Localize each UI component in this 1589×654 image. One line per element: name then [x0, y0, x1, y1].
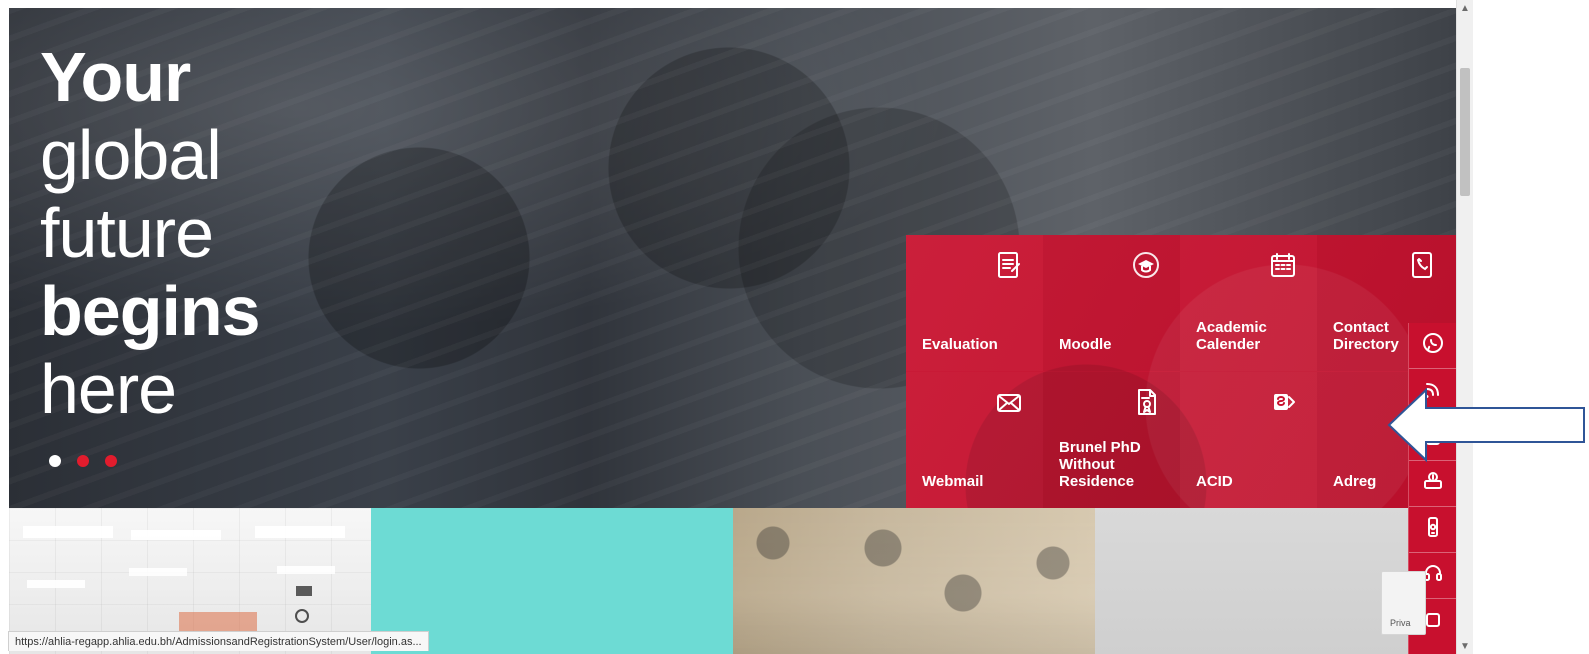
privacy-text: Priva [1390, 618, 1411, 628]
recaptcha-badge[interactable]: Priva [1381, 571, 1426, 635]
headline-line-3: future [40, 194, 214, 272]
mail-icon [993, 386, 1025, 418]
carousel-dot-1[interactable] [49, 455, 61, 467]
quicklink-label: Contact Directory [1333, 319, 1399, 353]
quicklink-label: Brunel PhD Without Residence [1059, 439, 1141, 490]
quicklink-label: Moodle [1059, 336, 1112, 353]
quick-links-panel: Evaluation Moodle Academic Calender Cont… [906, 235, 1456, 508]
graduation-cap-icon [1130, 249, 1162, 281]
whatsapp-icon [1421, 331, 1445, 360]
scroll-down-arrow[interactable]: ▼ [1457, 638, 1473, 654]
payment-icon [1421, 469, 1445, 498]
vertical-scrollbar[interactable]: ▲ ▼ [1456, 0, 1473, 654]
status-bar-url: https://ahlia-regapp.ahlia.edu.bh/Admiss… [8, 631, 429, 651]
headline-line-4: begins [40, 272, 261, 350]
side-item-payment[interactable] [1409, 461, 1457, 507]
quicklink-webmail[interactable]: Webmail [906, 372, 1043, 508]
calendar-icon [1267, 249, 1299, 281]
sharepoint-icon [1267, 386, 1299, 418]
quicklink-moodle[interactable]: Moodle [1043, 235, 1180, 371]
quicklink-label: ACID [1196, 473, 1233, 490]
browser-viewport: Your global future begins here Evaluatio… [0, 0, 1589, 654]
annotation-arrow [1387, 387, 1585, 463]
mobile-app-icon [1421, 515, 1445, 544]
side-item-mobile-app[interactable] [1409, 507, 1457, 553]
quicklink-academic-calender[interactable]: Academic Calender [1180, 235, 1317, 371]
carousel-dot-3[interactable] [105, 455, 117, 467]
headline-line-1: Your [40, 38, 191, 116]
scroll-thumb[interactable] [1460, 68, 1470, 196]
carousel-dot-2[interactable] [77, 455, 89, 467]
scroll-up-arrow[interactable]: ▲ [1457, 0, 1473, 16]
headline-line-5: here [40, 350, 177, 428]
quicklink-label: Adreg [1333, 473, 1377, 490]
headline-line-2: global [40, 116, 222, 194]
carousel-dots [49, 455, 117, 467]
quicklink-label: Webmail [922, 473, 984, 490]
certificate-document-icon [1130, 386, 1162, 418]
quicklink-brunel-phd[interactable]: Brunel PhD Without Residence [1043, 372, 1180, 508]
hero-headline: Your global future begins here [40, 38, 261, 428]
quicklink-label: Academic Calender [1196, 319, 1267, 353]
contact-directory-icon [1406, 249, 1438, 281]
quicklink-label: Evaluation [922, 336, 998, 353]
bottom-tile-event-photo[interactable] [733, 508, 1095, 654]
side-item-whatsapp[interactable] [1409, 323, 1457, 369]
quicklink-evaluation[interactable]: Evaluation [906, 235, 1043, 371]
quicklink-acid[interactable]: ACID [1180, 372, 1317, 508]
edit-document-icon [993, 249, 1025, 281]
